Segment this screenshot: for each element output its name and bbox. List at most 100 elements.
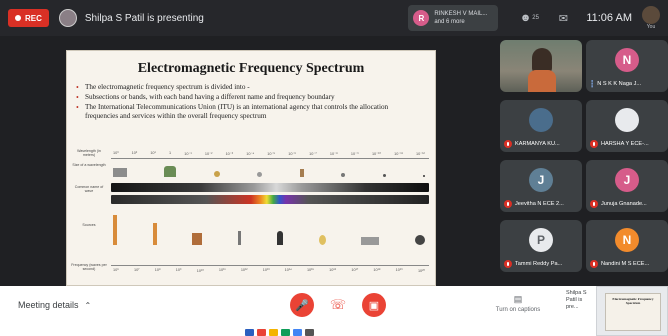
participant-avatar: N [615,48,639,72]
spectrum-band-top [111,183,429,192]
participant-name-row: Junuja Gnanade... [590,200,665,208]
tick-label: 10¹⁰ [196,269,204,273]
phone-hangup-icon: ☏ [329,297,347,312]
top-bar: REC Shilpa S Patil is presenting R RINKE… [0,0,668,36]
self-label: You [646,24,656,30]
radio-tower-icon [113,215,117,245]
people-button[interactable]: ☻ 25 [518,7,540,29]
tick-label: 10¹ [150,151,156,155]
tick-label: 10⁻¹² [416,152,425,156]
participant-photo [615,108,639,132]
row-label-size: Size of a wavelength [72,163,106,167]
os-taskbar [245,328,415,336]
tick-label: 10¹⁸ [373,268,381,272]
tick-label: 10¹³ [262,268,270,272]
tick-label: 10¹⁷ [351,268,359,272]
cell-icon [341,173,346,177]
radioactive-icon [414,235,425,245]
presentation-thumbnail[interactable]: Electromagnetic Frequency Spectrum [596,286,668,336]
active-speaker-chip[interactable]: R RINKESH V MAIL... and 6 more [408,5,499,31]
tick-label: 10⁶ [113,268,119,272]
building-icon [113,168,127,177]
participant-name: N S K K Naga J... [597,81,642,87]
size-illustrations [113,161,425,177]
participant-tile[interactable]: J Junuja Gnanade... [586,160,668,212]
tick-label: 10⁻⁹ [350,152,359,156]
house-icon [164,166,177,177]
row-label-common-name: Common name of wave [74,185,104,193]
participant-name-row: HARSHA Y ECE-... [590,140,665,148]
participant-tile[interactable]: P Tammi Reddy Pa... [500,220,582,272]
taskbar-app-icon[interactable] [257,328,266,336]
participant-avatar: J [615,168,639,192]
tick-label: 10⁻¹¹ [394,152,403,156]
chat-icon: ✉ [558,12,568,25]
xray-machine-icon [361,237,380,245]
participant-tile[interactable]: HARSHA Y ECE-... [586,100,668,152]
meet-window: REC Shilpa S Patil is presenting R RINKE… [0,0,668,336]
mic-muted-icon [590,140,598,148]
tick-label: 10⁻⁶ [288,152,296,156]
mic-toggle-button[interactable]: 🎤 [290,293,314,317]
tick-label: 10⁸ [154,268,161,272]
captions-label: Turn on captions [495,307,541,313]
tick-label: 10¹¹ [218,268,226,272]
self-avatar-button[interactable]: You [642,6,660,30]
tick-label: 10⁻⁸ [329,152,338,156]
slide-bullet: The electromagnetic frequency spectrum i… [75,83,421,92]
taskbar-app-icon[interactable] [269,328,278,336]
taskbar-app-icon[interactable] [245,328,254,336]
participant-name: Nandini M S ECE... [601,261,650,267]
slide-bullets: The electromagnetic frequency spectrum i… [75,83,421,121]
record-dot-icon [15,15,21,21]
slide-bullet: Subsections or bands, with each band hav… [75,93,421,102]
leave-call-button[interactable]: ☏ [326,293,350,317]
participant-avatar: J [529,168,553,192]
atom-icon [422,175,425,177]
molecule-icon [382,174,386,177]
participant-name: Tammi Reddy Pa... [515,261,563,267]
pinhead-icon [257,172,263,177]
clock: 11:06 AM [586,12,632,24]
baseball-icon [213,171,220,177]
self-avatar [642,6,660,24]
participant-tile[interactable]: KARMANYA KU... [500,100,582,152]
captions-icon: ▤ [513,294,523,304]
participant-tile[interactable]: J Jeevitha N ECE 2... [500,160,582,212]
participant-name: Jeevitha N ECE 2... [515,201,564,207]
participant-tile[interactable]: N Nandini M S ECE... [586,220,668,272]
frequency-ticks: 10⁶ 10⁷ 10⁸ 10⁹ 10¹⁰ 10¹¹ 10¹² 10¹³ 10¹⁴ 10¹⁵ 10¹⁶… [113,268,425,273]
source-illustrations [113,209,425,245]
tick-label: 10⁻³ [225,152,234,156]
tick-label: 10⁷ [133,268,140,272]
tick-label: 10¹⁴ [284,268,292,272]
thumbnail-slide: Electromagnetic Frequency Spectrum [605,293,661,331]
camera-toggle-button[interactable]: ▣ [362,293,386,317]
light-bulb-icon [318,235,326,245]
speaking-indicator-icon: ┇ [590,81,595,88]
chat-button[interactable]: ✉ [552,7,574,29]
participant-tile-video[interactable] [500,40,582,92]
recording-label: REC [25,13,42,23]
speaker-name: RINKESH V MAIL... [434,11,488,17]
meeting-details-button[interactable]: Meeting details ⌃ [18,300,91,310]
participant-avatar: P [529,228,553,252]
people-icon: ☻ [519,12,532,24]
tick-label: 10¹² [240,268,248,272]
participant-name-row: Tammi Reddy Pa... [504,260,579,268]
tick-label: 10²⁰ [417,269,425,273]
recording-badge: REC [8,9,49,27]
taskbar-app-icon[interactable] [293,328,302,336]
mic-muted-icon [504,260,512,268]
row-label-frequency: Frequency (waves per second) [71,263,107,271]
participant-tile[interactable]: N ┇ N S K K Naga J... [586,40,668,92]
tick-label: 10⁻¹ [184,152,192,156]
wavelength-axis [111,158,429,159]
tick-label: 10³ [113,151,119,155]
taskbar-app-icon[interactable] [281,328,290,336]
tick-label: 10⁻² [204,152,213,156]
microwave-icon [192,233,203,245]
captions-button[interactable]: ▤ Turn on captions [488,294,548,313]
taskbar-app-icon[interactable] [305,328,314,336]
tick-label: 10⁻⁴ [246,152,255,156]
